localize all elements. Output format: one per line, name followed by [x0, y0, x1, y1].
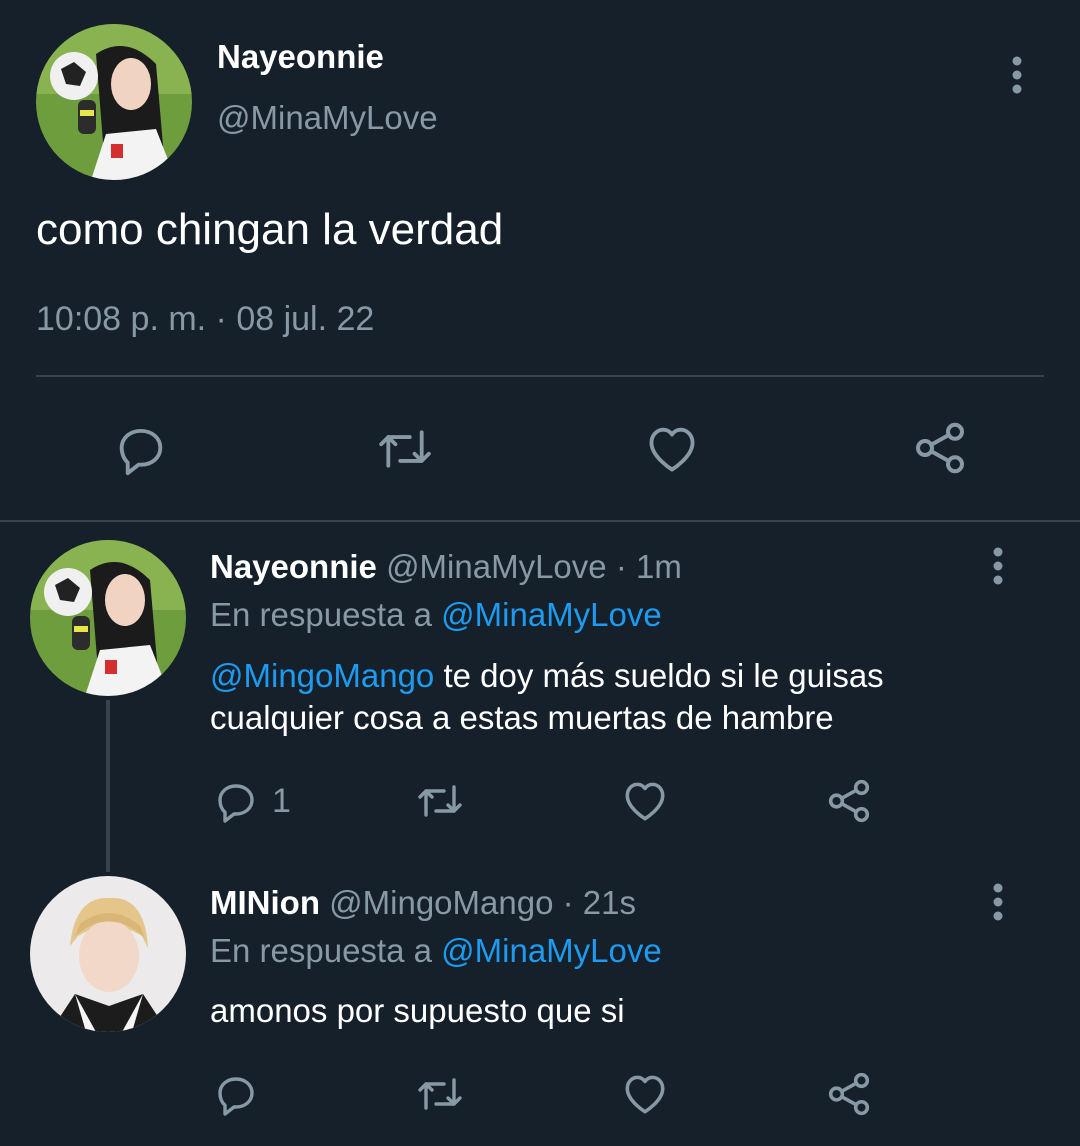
more-options-icon[interactable]: [985, 547, 1011, 592]
relative-time[interactable]: · 1m: [616, 548, 682, 585]
tweet-text: @MingoMango te doy más sueldo si le guis…: [210, 655, 1010, 739]
more-options-icon[interactable]: [985, 883, 1011, 928]
timestamp[interactable]: 10:08 p. m. · 08 jul. 22: [36, 300, 374, 339]
thread-line: [106, 700, 110, 872]
handle[interactable]: @MingoMango: [329, 884, 553, 921]
reply-icon[interactable]: [212, 777, 260, 825]
reply-context: En respuesta a @MinaMyLove: [210, 596, 662, 634]
reply-prefix: En respuesta a: [210, 596, 432, 633]
reply-icon[interactable]: [212, 1070, 260, 1118]
reply-to-mention[interactable]: @MinaMyLove: [441, 596, 662, 633]
heart-icon[interactable]: [620, 776, 670, 826]
handle[interactable]: @MinaMyLove: [217, 99, 438, 137]
handle[interactable]: @MinaMyLove: [386, 548, 607, 585]
more-options-icon[interactable]: [1004, 56, 1030, 101]
heart-icon[interactable]: [642, 420, 702, 478]
tweet-header: MINion @MingoMango · 21s: [210, 884, 636, 922]
mention-link[interactable]: @MingoMango: [210, 657, 434, 694]
tweet-text: amonos por supuesto que si: [210, 992, 625, 1029]
reply-context: En respuesta a @MinaMyLove: [210, 932, 662, 970]
divider: [36, 375, 1044, 377]
tweet-text: como chingan la verdad: [36, 205, 504, 254]
reply-icon[interactable]: [112, 420, 170, 478]
reply-prefix: En respuesta a: [210, 932, 432, 969]
display-name[interactable]: Nayeonnie: [217, 38, 384, 76]
retweet-icon[interactable]: [414, 777, 466, 825]
display-name[interactable]: MINion: [210, 884, 320, 921]
section-divider: [0, 520, 1080, 522]
share-icon[interactable]: [824, 1069, 874, 1119]
retweet-icon[interactable]: [374, 420, 436, 478]
display-name[interactable]: Nayeonnie: [210, 548, 377, 585]
avatar[interactable]: [36, 24, 192, 180]
tweet-header: Nayeonnie @MinaMyLove · 1m: [210, 548, 682, 586]
share-icon[interactable]: [910, 418, 970, 478]
retweet-icon[interactable]: [414, 1070, 466, 1118]
avatar[interactable]: [30, 876, 186, 1032]
heart-icon[interactable]: [620, 1069, 670, 1119]
share-icon[interactable]: [824, 776, 874, 826]
reply-count: 1: [272, 782, 291, 820]
avatar[interactable]: [30, 540, 186, 696]
relative-time[interactable]: · 21s: [563, 884, 636, 921]
reply-to-mention[interactable]: @MinaMyLove: [441, 932, 662, 969]
